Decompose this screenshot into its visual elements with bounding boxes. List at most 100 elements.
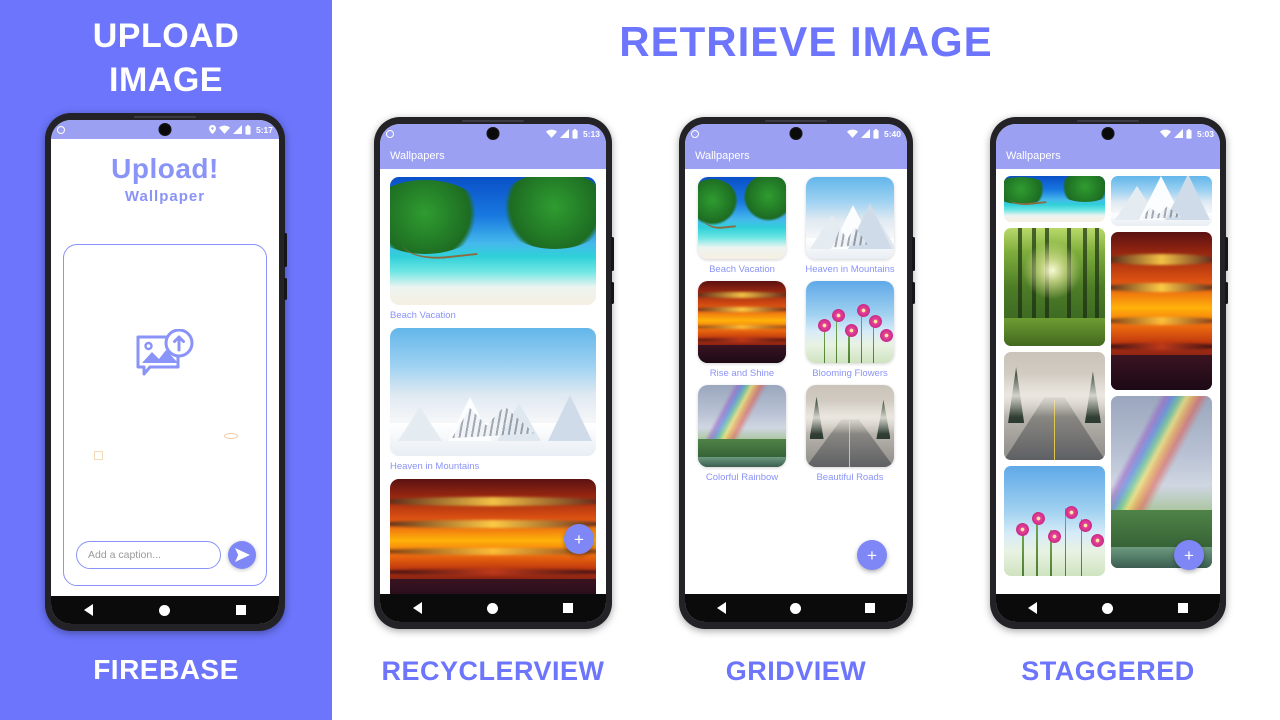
wallpaper-label: Blooming Flowers (812, 368, 888, 379)
caption-input[interactable]: Add a caption... (76, 541, 221, 569)
status-time: 5:17 (255, 124, 273, 135)
photo-beach (390, 177, 596, 305)
wallpaper-label: Beach Vacation (709, 264, 775, 275)
phone-recyclerview: 5:13 Wallpapers Beach Vacation Heaven in… (374, 117, 614, 629)
wallpaper-thumbnail[interactable] (806, 281, 894, 363)
list-item[interactable]: Beach Vacation (390, 177, 596, 321)
phone-side-button-2 (1225, 282, 1228, 304)
app-bar: Wallpapers (685, 143, 907, 169)
phone-gridview-screen: 5:40 Wallpapers Beach Vacation Heaven in… (685, 124, 907, 622)
grid-item[interactable]: Beautiful Roads (803, 385, 897, 484)
photo-rainbow (698, 385, 786, 467)
grid-item[interactable]: Beach Vacation (695, 177, 789, 276)
wallpaper-thumbnail[interactable] (1111, 176, 1212, 226)
grid-item[interactable]: Blooming Flowers (803, 281, 897, 380)
recents-square-icon[interactable] (865, 603, 875, 613)
wallpaper-thumbnail[interactable] (390, 177, 596, 305)
retrieve-heading: RETRIEVE IMAGE (619, 18, 993, 65)
wallpaper-thumbnail[interactable] (1004, 176, 1105, 222)
wallpaper-thumbnail[interactable] (698, 177, 786, 259)
status-bar: 5:40 (685, 124, 907, 143)
photo-beach (698, 177, 786, 259)
send-button[interactable] (228, 541, 256, 569)
send-paper-plane-icon (234, 548, 250, 562)
wallpaper-thumbnail[interactable] (698, 385, 786, 467)
staggered-column-left (1004, 176, 1105, 594)
back-triangle-icon[interactable] (84, 604, 93, 616)
upload-heading: Upload! (111, 153, 219, 184)
staggered-content[interactable]: + (996, 169, 1220, 594)
status-bar: 5:13 (380, 124, 606, 143)
wallpaper-thumbnail[interactable] (1111, 232, 1212, 390)
gridview-content[interactable]: Beach Vacation Heaven in Mountains Rise … (685, 169, 907, 594)
decorative-ellipse (224, 433, 238, 439)
status-icons: 5:13 (545, 128, 600, 139)
photo-beach (1004, 176, 1105, 222)
recyclerview-content[interactable]: Beach Vacation Heaven in Mountains + (380, 169, 606, 594)
photo-flowers (806, 281, 894, 363)
home-circle-icon[interactable] (1101, 602, 1113, 614)
battery-icon (873, 128, 879, 139)
image-upload-icon[interactable] (134, 328, 196, 390)
front-camera-icon (1101, 127, 1115, 140)
recents-square-icon[interactable] (1177, 603, 1188, 613)
upload-title-line1: UPLOAD (92, 17, 240, 55)
wifi-icon (545, 129, 557, 138)
phone-side-button (912, 237, 915, 271)
upload-dropzone[interactable]: Add a caption... (63, 244, 267, 586)
wallpaper-label: Beach Vacation (390, 310, 456, 321)
grid-item[interactable]: Colorful Rainbow (695, 385, 789, 484)
photo-sunset (1111, 232, 1212, 390)
front-camera-icon (158, 123, 172, 136)
photo-forest (1004, 228, 1105, 346)
firebase-caption: FIREBASE (93, 654, 239, 685)
wallpaper-thumbnail[interactable] (1004, 352, 1105, 460)
wallpaper-label: Rise and Shine (709, 368, 775, 379)
phone-side-button-2 (284, 278, 287, 300)
photo-flowers (1004, 466, 1105, 576)
wallpaper-thumbnail[interactable] (698, 281, 786, 363)
home-circle-icon[interactable] (486, 602, 498, 614)
upload-content: Upload! Wallpaper Add a caption... (51, 139, 279, 596)
app-bar: Wallpapers (380, 143, 606, 169)
status-bar: 5:17 (51, 120, 279, 139)
wallpaper-thumbnail[interactable] (1004, 466, 1105, 576)
status-bar: 5:03 (996, 124, 1220, 143)
phone-staggered-screen: 5:03 Wallpapers + (996, 124, 1220, 622)
back-triangle-icon[interactable] (1028, 602, 1038, 614)
wifi-icon (1159, 129, 1171, 138)
location-pin-icon (209, 125, 216, 134)
caption-row: Add a caption... (76, 541, 256, 569)
upload-subheading: Wallpaper (124, 188, 206, 205)
staggered-grid[interactable] (996, 169, 1220, 594)
wifi-icon (218, 125, 230, 134)
add-wallpaper-fab[interactable]: + (857, 540, 887, 570)
grid-item[interactable]: Heaven in Mountains (803, 177, 897, 276)
add-wallpaper-fab[interactable]: + (1174, 540, 1204, 570)
wallpaper-thumbnail[interactable] (390, 328, 596, 456)
battery-icon (572, 128, 578, 139)
recents-square-icon[interactable] (563, 603, 574, 613)
phone-recyclerview-screen: 5:13 Wallpapers Beach Vacation Heaven in… (380, 124, 606, 622)
upload-panel-title: UPLOAD IMAGE (0, 14, 332, 102)
status-time: 5:13 (582, 128, 600, 139)
phone-side-button (1225, 237, 1228, 271)
phone-gridview: 5:40 Wallpapers Beach Vacation Heaven in… (679, 117, 915, 629)
staggered-column-right (1111, 176, 1212, 594)
photo-road (1004, 352, 1105, 460)
add-wallpaper-fab[interactable]: + (564, 524, 594, 554)
grid-item[interactable]: Rise and Shine (695, 281, 789, 380)
home-circle-icon[interactable] (159, 604, 170, 616)
wallpaper-thumbnail[interactable] (1004, 228, 1105, 346)
home-circle-icon[interactable] (790, 602, 801, 614)
wallpaper-thumbnail[interactable] (806, 177, 894, 259)
wallpaper-grid[interactable]: Beach Vacation Heaven in Mountains Rise … (685, 169, 907, 594)
wallpaper-thumbnail[interactable] (806, 385, 894, 467)
list-item[interactable]: Heaven in Mountains (390, 328, 596, 472)
back-triangle-icon[interactable] (717, 602, 726, 614)
record-circle-icon (691, 129, 699, 138)
phone-side-button-2 (912, 282, 915, 304)
recents-square-icon[interactable] (236, 605, 246, 615)
back-triangle-icon[interactable] (412, 602, 422, 614)
phone-side-button (611, 237, 614, 271)
